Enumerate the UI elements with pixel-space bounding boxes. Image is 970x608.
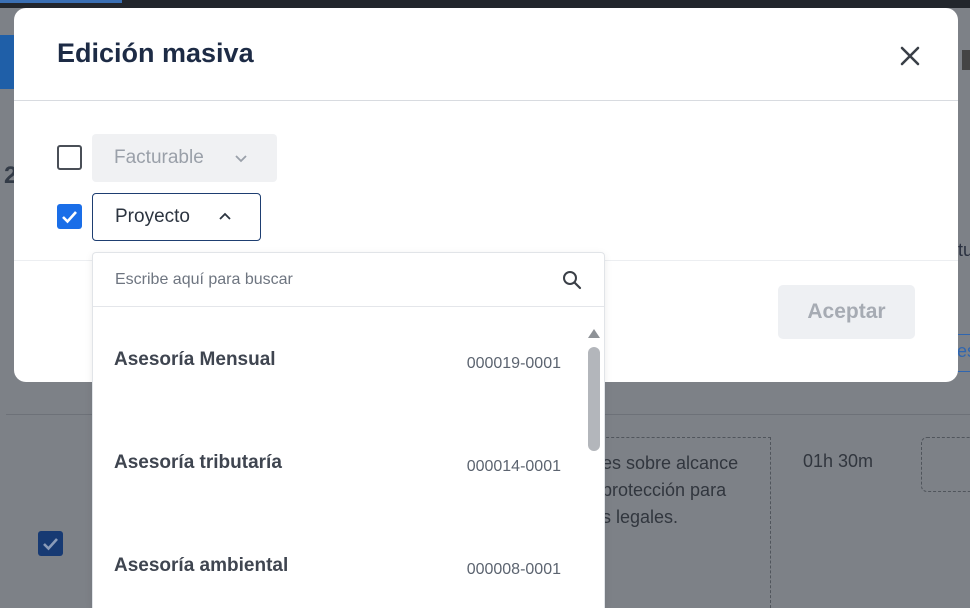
facturable-select-label: Facturable — [114, 147, 204, 168]
header-divider — [14, 100, 958, 101]
proyecto-select[interactable]: Proyecto — [92, 193, 261, 241]
list-item[interactable]: Asesoría Mensual 000019-0001 — [93, 321, 585, 424]
proyecto-select-label: Proyecto — [115, 206, 190, 227]
project-name: Asesoría ambiental — [114, 555, 289, 576]
project-list: Asesoría Mensual 000019-0001 Asesoría tr… — [93, 321, 585, 608]
project-code: 000019-0001 — [466, 355, 561, 372]
scrollbar-thumb[interactable] — [588, 347, 600, 451]
background-checkbox — [38, 531, 63, 556]
project-subtitle — [106, 578, 308, 608]
list-item[interactable]: Asesoría ambiental 000008-0001 — [93, 527, 585, 608]
topbar-accent — [0, 0, 122, 3]
facturable-checkbox[interactable] — [57, 145, 82, 170]
list-item[interactable]: Asesoría tributaría 000014-0001 — [93, 424, 585, 527]
background-column-header: tu — [958, 240, 970, 260]
project-name: Asesoría tributaría — [114, 452, 282, 473]
search-icon[interactable] — [561, 269, 583, 291]
project-dropdown: Asesoría Mensual 000019-0001 Asesoría tr… — [92, 252, 605, 608]
background-icon — [962, 50, 970, 70]
search-input[interactable] — [115, 267, 545, 293]
scroll-up-arrow-icon[interactable] — [586, 327, 602, 339]
project-subtitle — [106, 475, 308, 508]
chevron-up-icon — [217, 209, 233, 225]
proyecto-checkbox[interactable] — [57, 204, 82, 229]
close-icon[interactable] — [896, 42, 924, 70]
project-name: Asesoría Mensual — [114, 349, 276, 370]
app-topbar — [0, 0, 970, 8]
chevron-down-icon — [233, 150, 249, 166]
background-time: 01h 30m — [803, 451, 874, 471]
project-code: 000014-0001 — [466, 458, 561, 475]
facturable-select[interactable]: Facturable — [92, 134, 277, 182]
project-subtitle — [106, 372, 308, 405]
background-field — [921, 437, 970, 492]
dropdown-search-row — [93, 253, 604, 307]
accept-button[interactable]: Aceptar — [778, 285, 915, 339]
project-code: 000008-0001 — [466, 561, 561, 578]
modal-title: Edición masiva — [57, 38, 254, 68]
background-description-cell: es sobre alcance protección para s legal… — [596, 437, 771, 608]
